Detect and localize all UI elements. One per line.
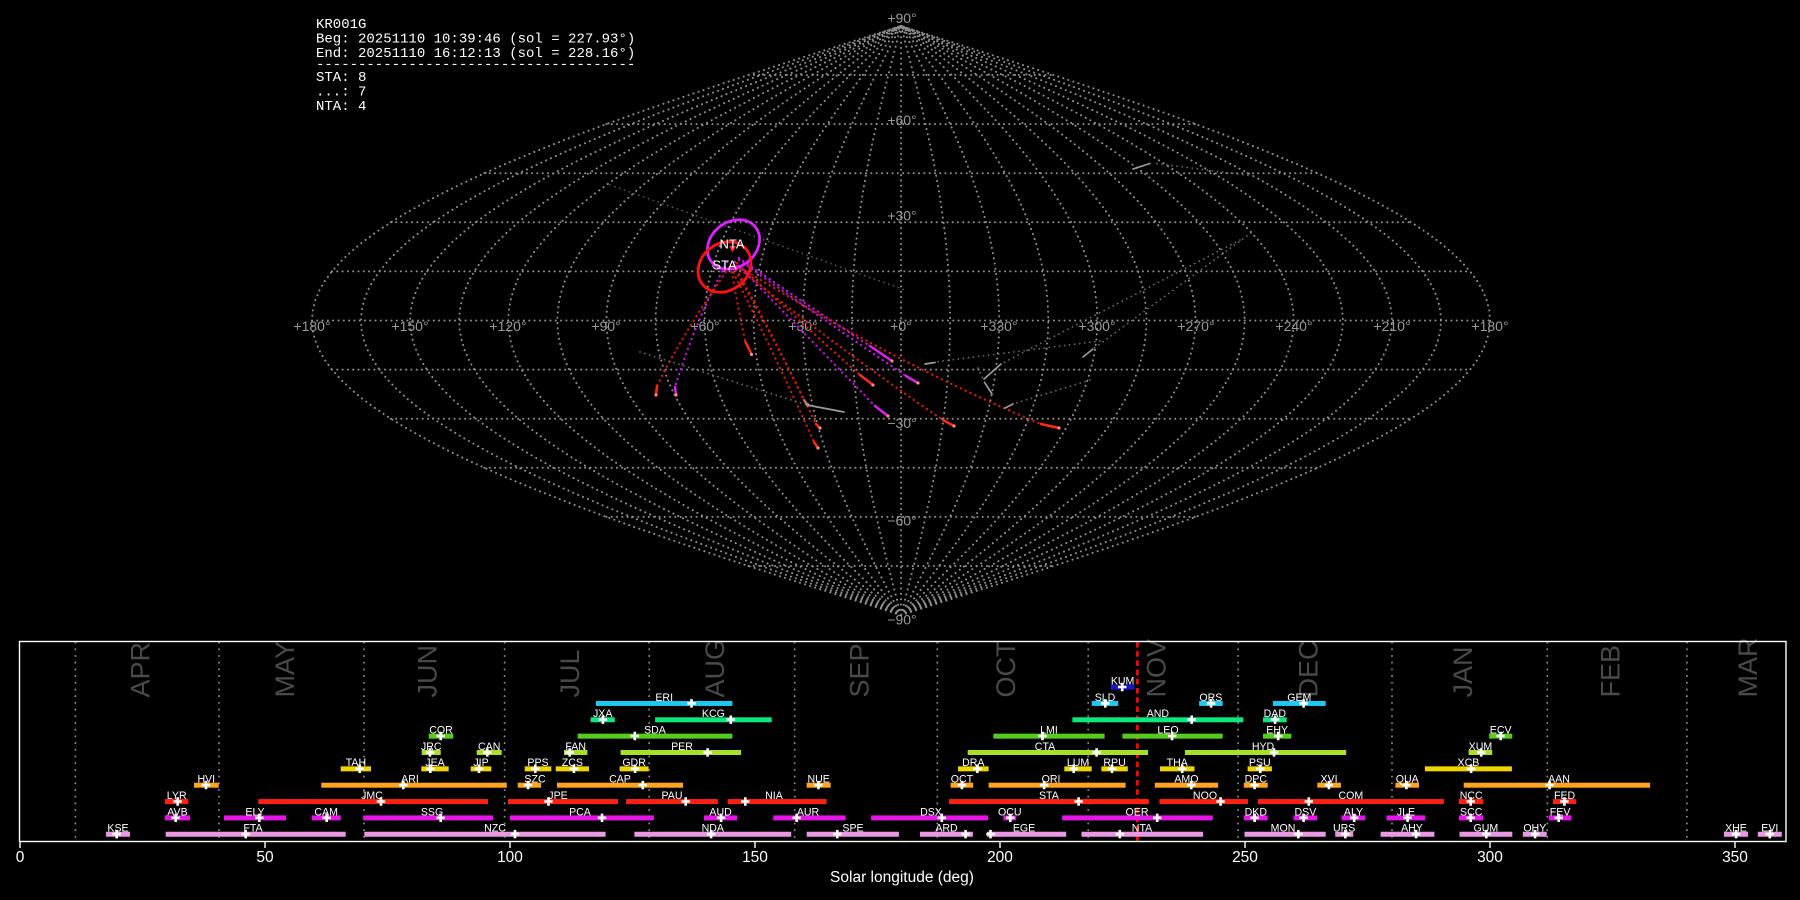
svg-text:Solar longitude (deg): Solar longitude (deg) [830,869,974,886]
svg-text:NIA: NIA [765,790,784,802]
svg-text:+180°: +180° [1471,318,1508,334]
svg-text:Beg: 20251110 10:39:46 (sol =: Beg: 20251110 10:39:46 (sol = 227.93°) [316,32,635,48]
svg-text:−60°: −60° [887,513,916,529]
svg-text:ARD: ARD [935,823,958,835]
svg-text:+90°: +90° [887,10,916,26]
svg-text:+180°: +180° [293,318,330,334]
svg-text:RPU: RPU [1103,757,1125,769]
svg-text:APR: APR [126,642,156,698]
svg-text:NZC: NZC [484,823,506,835]
svg-text:NOO: NOO [1193,790,1217,802]
svg-text:250: 250 [1232,849,1258,866]
svg-text:STA: STA [712,258,737,273]
svg-text:MAY: MAY [270,641,300,698]
svg-text:DEC: DEC [1293,640,1323,697]
svg-text:AND: AND [1147,708,1170,720]
svg-text:EGE: EGE [1013,823,1035,835]
svg-text:KCG: KCG [702,708,725,720]
svg-text:MAR: MAR [1733,638,1763,698]
svg-text:+210°: +210° [1373,318,1410,334]
svg-text:150: 150 [742,849,768,866]
svg-text:LUM: LUM [1067,757,1089,769]
svg-text:STA: STA [1039,790,1060,802]
svg-text:KR001G: KR001G [316,17,366,33]
svg-text:ZCS: ZCS [562,757,583,769]
svg-text:OER: OER [1126,806,1149,818]
svg-text:+30°: +30° [887,208,916,224]
svg-text:SEP: SEP [844,643,874,697]
svg-text:+30°: +30° [788,318,817,334]
svg-text:+300°: +300° [1078,318,1115,334]
svg-text:NOV: NOV [1142,639,1172,698]
svg-text:JEA: JEA [425,757,445,769]
svg-text:+270°: +270° [1177,318,1214,334]
svg-text:SDA: SDA [644,725,667,737]
svg-text:+0°: +0° [890,318,912,334]
svg-text:+330°: +330° [980,318,1017,334]
svg-text:JUL: JUL [555,649,585,697]
svg-text:300: 300 [1477,849,1503,866]
svg-text:ERI: ERI [655,692,673,704]
svg-text:100: 100 [497,849,523,866]
svg-text:+60°: +60° [887,112,916,128]
svg-text:NTA: 4: NTA: 4 [316,99,366,115]
svg-text:+90°: +90° [591,318,620,334]
svg-text:FEB: FEB [1596,645,1626,698]
svg-text:AUG: AUG [700,639,730,698]
svg-text:+120°: +120° [489,318,526,334]
svg-text:200: 200 [987,849,1013,866]
svg-text:+150°: +150° [391,318,428,334]
svg-text:50: 50 [256,849,274,866]
svg-text:THA: THA [1167,757,1189,769]
svg-text:CTA: CTA [1035,741,1056,753]
svg-text:PCA: PCA [569,806,592,818]
svg-text:PAU: PAU [662,790,683,802]
svg-text:TAH: TAH [346,757,366,769]
svg-text:NTA: NTA [719,237,744,252]
svg-text:JAN: JAN [1448,646,1478,697]
svg-text:SPE: SPE [842,823,863,835]
svg-text:CAP: CAP [609,774,631,786]
svg-text:PPS: PPS [527,757,548,769]
svg-text:...: 7: ...: 7 [316,85,366,101]
svg-text:COM: COM [1338,790,1363,802]
svg-text:0: 0 [16,849,25,866]
svg-text:MON: MON [1271,823,1296,835]
svg-text:−30°: −30° [887,415,916,431]
svg-text:JIP: JIP [473,757,488,769]
svg-text:JUN: JUN [413,645,443,698]
svg-text:+240°: +240° [1275,318,1312,334]
svg-text:−90°: −90° [887,612,916,628]
svg-text:NTA: NTA [1132,823,1153,835]
svg-text:STA: 8: STA: 8 [316,70,366,86]
svg-text:DRA: DRA [962,757,985,769]
svg-text:OCT: OCT [991,641,1021,698]
svg-text:XCB: XCB [1458,757,1480,769]
svg-text:PER: PER [671,741,693,753]
svg-text:350: 350 [1722,849,1748,866]
